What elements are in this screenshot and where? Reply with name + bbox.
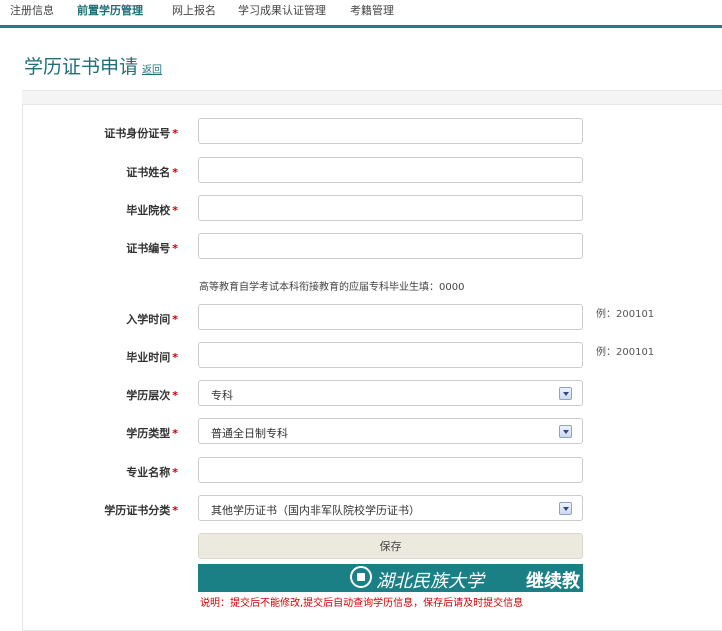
nav-item-online-signup[interactable]: 网上报名 [172, 2, 216, 18]
school-input[interactable] [198, 195, 583, 221]
id-number-input[interactable] [198, 118, 583, 144]
level-select[interactable]: 专科 [198, 380, 583, 406]
grad-time-hint: 例：200101 [596, 347, 655, 358]
university-seal-icon [350, 566, 372, 588]
cert-number-input[interactable] [198, 233, 583, 259]
major-input[interactable] [198, 457, 583, 483]
nav-item-credit-certification[interactable]: 学习成果认证管理 [238, 2, 326, 18]
save-button[interactable]: 保存 [198, 533, 583, 559]
type-label: 学历类型 * [126, 427, 178, 440]
nav-item-exam-records[interactable]: 考籍管理 [350, 2, 394, 18]
chevron-down-icon[interactable] [559, 502, 572, 515]
level-label: 学历层次 * [126, 389, 178, 402]
enroll-time-hint: 例：200101 [596, 309, 655, 320]
type-selected-value: 普通全日制专科 [211, 427, 288, 440]
enroll-time-label: 入学时间 * [126, 313, 178, 326]
name-label: 证书姓名 * [126, 166, 178, 179]
continuing-education-text: 继续教 [526, 571, 580, 592]
level-selected-value: 专科 [211, 389, 233, 402]
enroll-time-input[interactable] [198, 304, 583, 330]
nav-item-prior-education[interactable]: 前置学历管理 [77, 2, 143, 18]
major-label: 专业名称 * [126, 466, 178, 479]
type-select[interactable]: 普通全日制专科 [198, 418, 583, 444]
chevron-down-icon[interactable] [559, 387, 572, 400]
panel-header-bar [22, 90, 722, 104]
submission-notice: 说明：提交后不能修改,提交后自动查询学历信息，保存后请及时提交信息 [200, 598, 524, 609]
page-title: 学历证书申请 返回 [24, 52, 162, 79]
university-banner: 湖北民族大学 继续教 [198, 564, 583, 592]
school-label: 毕业院校 * [126, 204, 178, 217]
nav-item-registration[interactable]: 注册信息 [10, 2, 54, 18]
page-title-text: 学历证书申请 [24, 56, 139, 78]
cert-number-note: 高等教育自学考试本科衔接教育的应届专科毕业生填：0000 [199, 282, 465, 293]
back-link[interactable]: 返回 [142, 65, 162, 76]
cert-number-label: 证书编号 * [126, 242, 178, 255]
category-label: 学历证书分类 * [104, 504, 178, 517]
id-number-label: 证书身份证号 * [104, 127, 178, 140]
category-selected-value: 其他学历证书（国内非军队院校学历证书） [211, 504, 420, 517]
category-select[interactable]: 其他学历证书（国内非军队院校学历证书） [198, 495, 583, 521]
grad-time-label: 毕业时间 * [126, 351, 178, 364]
university-name: 湖北民族大学 [376, 571, 484, 592]
grad-time-input[interactable] [198, 342, 583, 368]
top-navigation: 注册信息 前置学历管理 网上报名 学习成果认证管理 考籍管理 [0, 0, 722, 28]
chevron-down-icon[interactable] [559, 425, 572, 438]
name-input[interactable] [198, 157, 583, 183]
